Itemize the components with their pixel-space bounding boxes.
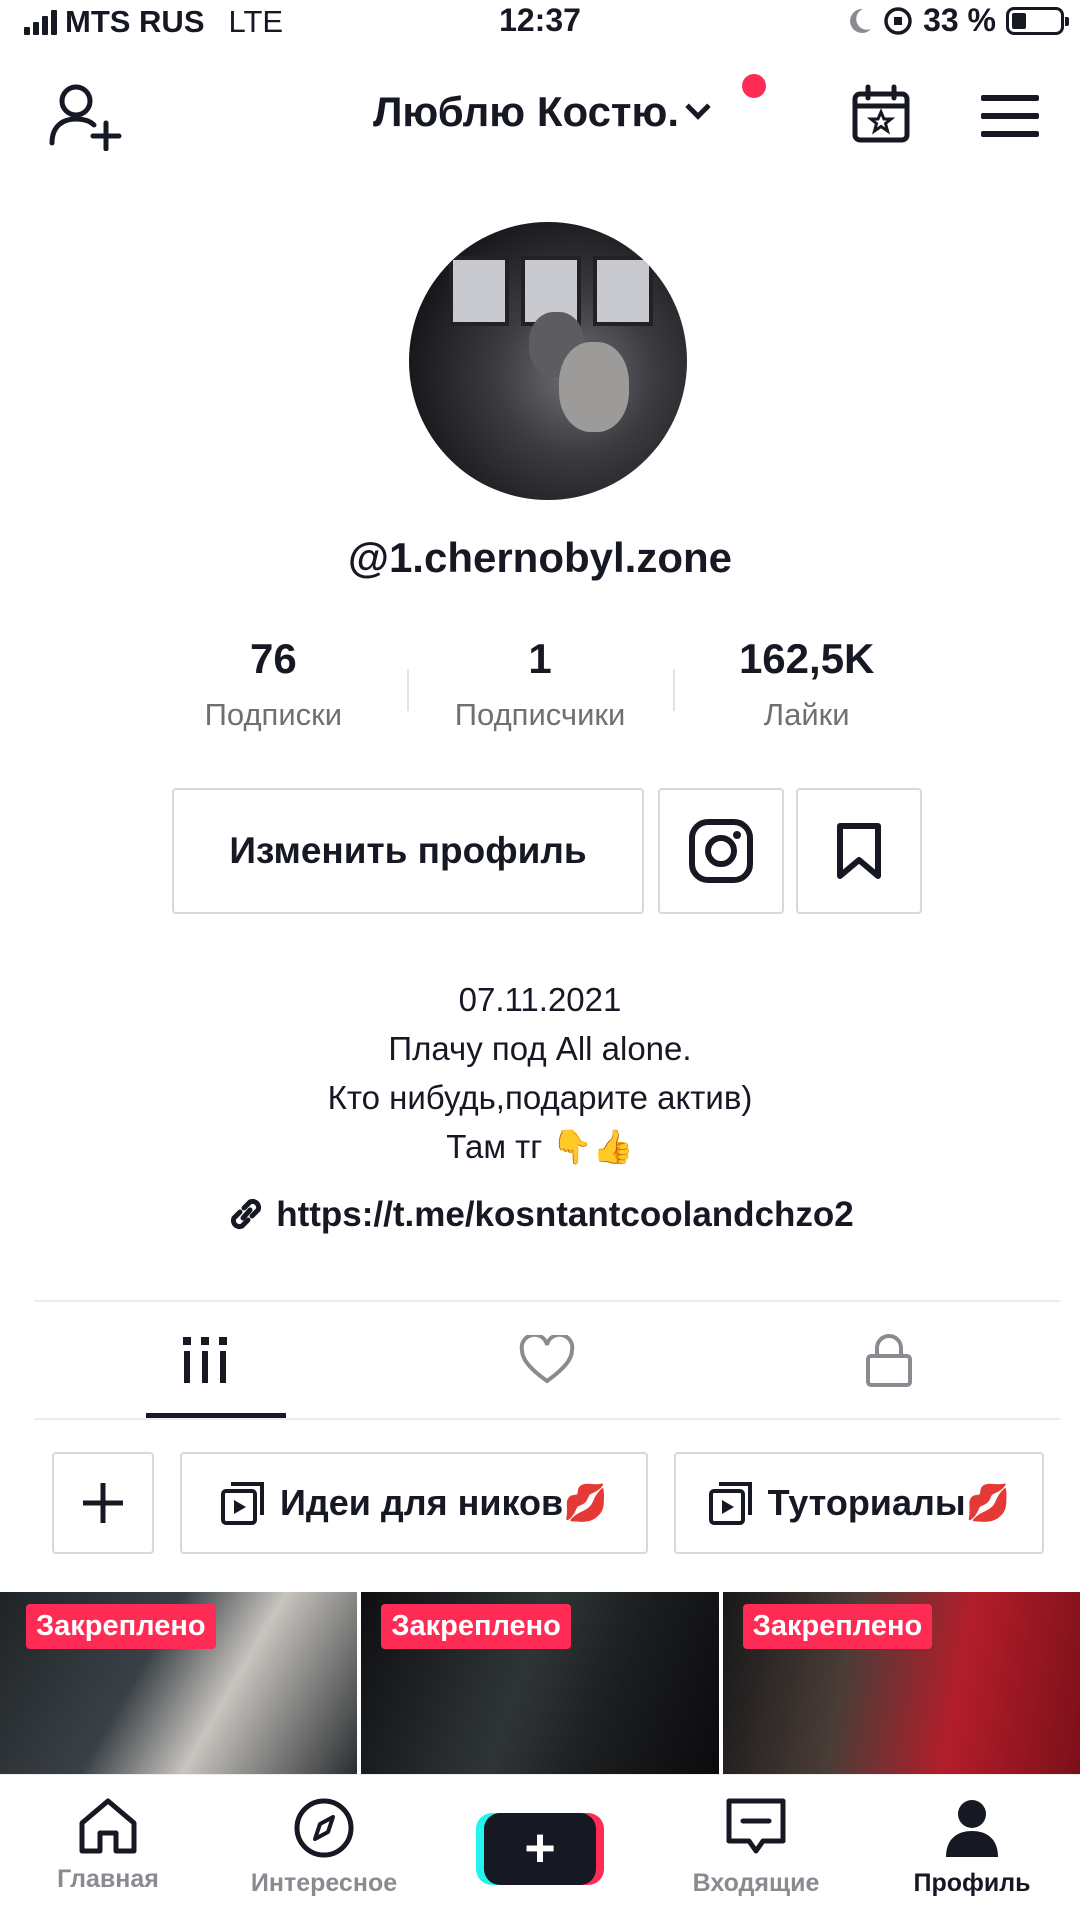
lock-icon <box>866 1334 912 1387</box>
home-icon <box>79 1798 137 1854</box>
playlist-chip[interactable]: Идеи для ников💋 <box>180 1452 648 1554</box>
avatar-photo-detail <box>449 256 509 326</box>
avatar-photo-detail <box>593 256 653 326</box>
bio-link[interactable]: https://t.me/kosntantcoolandchzo2 <box>0 1195 1080 1235</box>
profile-screen: MTS RUS LTE 12:37 33 % Люблю Костю. @1.c… <box>0 0 1080 1920</box>
chevron-down-icon <box>685 94 711 120</box>
stat-label: Подписчики <box>454 697 626 732</box>
playlist-icon <box>708 1482 752 1525</box>
username: @1.chernobyl.zone <box>347 534 733 581</box>
tab-videos[interactable] <box>34 1302 376 1418</box>
pinned-badge: Закреплено <box>742 1604 933 1649</box>
stat-likes[interactable]: 162,5K Лайки <box>673 635 940 745</box>
orientation-lock-icon <box>884 6 912 35</box>
battery-icon <box>1006 6 1069 35</box>
video-thumbnail[interactable]: Закреплено <box>361 1592 719 1774</box>
avatar[interactable] <box>409 222 687 500</box>
content-tabs <box>34 1302 1060 1418</box>
nav-discover[interactable]: Интересное <box>216 1775 432 1920</box>
status-bar: MTS RUS LTE 12:37 33 % <box>0 0 1080 44</box>
divider <box>34 1418 1060 1420</box>
nav-label: Главная <box>57 1865 159 1893</box>
notification-dot <box>742 74 766 98</box>
inbox-icon <box>726 1798 786 1854</box>
create-button[interactable]: + <box>476 1813 604 1885</box>
plus-icon <box>83 1483 123 1523</box>
stat-value: 76 <box>249 635 297 682</box>
nav-inbox[interactable]: Входящие <box>648 1775 864 1920</box>
bio-line: Плачу под All alone. <box>388 1030 692 1067</box>
video-thumbnail[interactable]: Закреплено <box>722 1592 1080 1774</box>
status-right: 33 % <box>847 2 1069 39</box>
grid-icon <box>183 1337 227 1383</box>
add-playlist-button[interactable] <box>52 1452 154 1554</box>
link-icon <box>231 1198 262 1230</box>
bio-line: Там тг 👇👍 <box>446 1128 634 1165</box>
video-thumbnail[interactable]: Закреплено <box>0 1592 358 1774</box>
profile-stats: 76 Подписки 1 Подписчики 162,5K Лайки <box>140 635 940 745</box>
playlist-label: Идеи для ников💋 <box>280 1482 608 1523</box>
playlist-icon <box>221 1482 264 1525</box>
nav-label: Интересное <box>250 1869 398 1897</box>
bio-link-text: https://t.me/kosntantcoolandchzo2 <box>276 1195 854 1234</box>
profile-header: Люблю Костю. <box>0 60 1080 170</box>
video-grid: Закреплено Закреплено Закреплено <box>0 1592 1080 1774</box>
compass-icon <box>294 1798 354 1858</box>
nav-create[interactable]: + <box>432 1775 648 1920</box>
stat-label: Лайки <box>763 697 850 732</box>
stat-label: Подписки <box>204 697 343 732</box>
tab-private[interactable] <box>718 1302 1060 1418</box>
instagram-button[interactable] <box>658 788 784 914</box>
tab-liked[interactable] <box>376 1302 718 1418</box>
stat-value: 1 <box>528 635 552 682</box>
stat-followers[interactable]: 1 Подписчики <box>406 635 674 745</box>
account-name: Люблю Костю. <box>372 88 680 135</box>
nav-home[interactable]: Главная <box>0 1775 216 1920</box>
calendar-star-icon[interactable] <box>846 80 916 150</box>
playlist-chip[interactable]: Туториалы💋 <box>674 1452 1044 1554</box>
bottom-nav: Главная Интересное + Входящие Профиль <box>0 1774 1080 1920</box>
pinned-badge: Закреплено <box>381 1604 571 1649</box>
bio: 07.11.2021 Плачу под All alone. Кто нибу… <box>0 975 1080 1171</box>
instagram-icon <box>689 819 753 883</box>
moon-icon <box>850 8 872 33</box>
bookmark-icon <box>837 823 881 879</box>
heart-icon <box>519 1335 575 1384</box>
menu-icon[interactable] <box>978 84 1042 148</box>
nav-label: Входящие <box>692 1869 820 1897</box>
favorites-button[interactable] <box>796 788 922 914</box>
bio-line: Кто нибудь,подарите актив) <box>327 1079 753 1116</box>
nav-label: Профиль <box>913 1869 1031 1897</box>
stat-value: 162,5K <box>738 635 875 682</box>
plus-icon: + <box>484 1813 596 1885</box>
nav-profile[interactable]: Профиль <box>864 1775 1080 1920</box>
profile-icon <box>946 1800 998 1857</box>
bio-line: 07.11.2021 <box>458 981 622 1018</box>
edit-profile-button[interactable]: Изменить профиль <box>172 788 644 914</box>
pinned-badge: Закреплено <box>26 1604 216 1649</box>
account-switcher[interactable]: Люблю Костю. <box>0 88 1080 136</box>
playlist-label: Туториалы💋 <box>767 1482 1011 1523</box>
battery-percent: 33 % <box>923 2 996 38</box>
avatar-photo-detail <box>559 342 629 432</box>
stat-following[interactable]: 76 Подписки <box>140 635 407 745</box>
